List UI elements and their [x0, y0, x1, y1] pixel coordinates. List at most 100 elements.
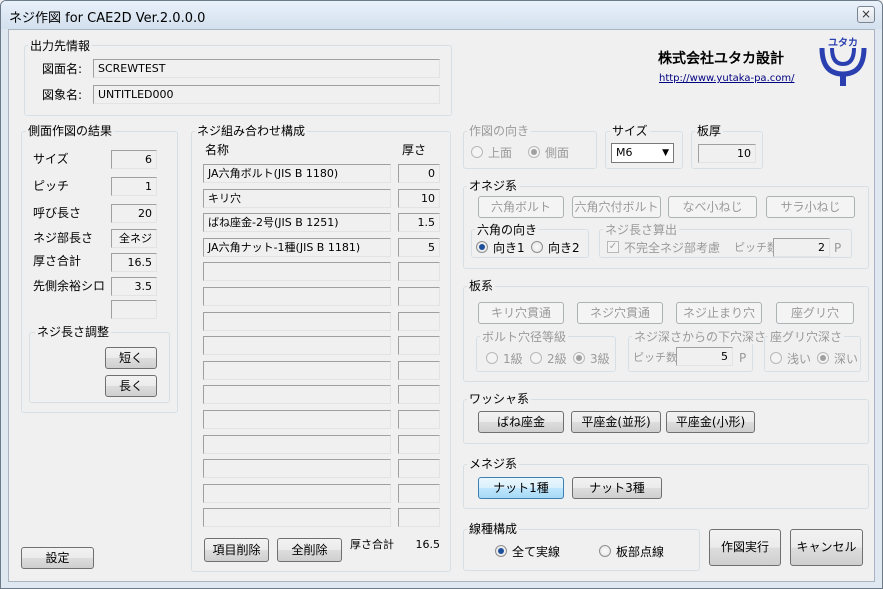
female-thread-label: メネジ系 [467, 457, 520, 471]
plate-system-label: 板系 [467, 279, 496, 293]
counterbore-button[interactable]: 座グリ穴 [776, 302, 854, 324]
app-window: ネジ作図 for CAE2D Ver.2.0.0.0 × 出力先情報 図面名: … [0, 0, 883, 589]
combo-row-name[interactable] [203, 484, 391, 503]
male-pitch-field[interactable]: 2 [773, 238, 830, 257]
plate-thickness-field[interactable]: 10 [698, 144, 756, 163]
combo-row-name[interactable] [203, 287, 391, 306]
direction-top-radio[interactable] [471, 146, 483, 158]
cancel-button[interactable]: キャンセル [790, 529, 863, 566]
combo-row-name[interactable] [203, 508, 391, 527]
shorter-button[interactable]: 短く [105, 347, 157, 369]
symbol-name-field[interactable]: UNTITLED000 [93, 85, 440, 104]
delete-item-button[interactable]: 項目削除 [204, 538, 269, 562]
combo-group-label: ネジ組み合わせ構成 [195, 124, 308, 138]
plate-dotted-radio[interactable] [599, 545, 611, 557]
combo-row-thickness[interactable] [398, 484, 440, 503]
company-name: 株式会社ユタカ設計 [658, 51, 784, 67]
grade-1-radio[interactable] [486, 352, 498, 364]
male-pitch-label: ピッチ数 [734, 241, 778, 254]
pilot-depth-label: ネジ深さからの下穴深さ [632, 330, 769, 344]
plate-pitch-label: ピッチ数 [633, 351, 677, 364]
incomplete-thread-label: 不完全ネジ部考慮 [624, 241, 721, 255]
company-logo: ユタカ [818, 34, 868, 88]
plate-group-label: 板厚 [695, 124, 724, 138]
combo-row-thickness[interactable]: 1.5 [398, 213, 440, 232]
result-label-total-thickness: 厚さ合計 [33, 254, 82, 268]
window-title: ネジ作図 for CAE2D Ver.2.0.0.0 [9, 11, 206, 26]
combo-row-thickness[interactable] [398, 262, 440, 281]
hex-direction-1-radio[interactable] [476, 241, 488, 253]
size-select-value: M6 [616, 146, 633, 159]
shallow-radio[interactable] [770, 352, 782, 364]
incomplete-thread-checkbox[interactable]: ✓ [607, 241, 619, 253]
combo-row-thickness[interactable] [398, 459, 440, 478]
combo-row-name[interactable] [203, 336, 391, 355]
combo-header-thickness: 厚さ [402, 143, 427, 157]
flat-screw-button[interactable]: サラ小ねじ [766, 196, 855, 218]
combo-row-name[interactable] [203, 262, 391, 281]
male-pitch-unit: P [834, 241, 842, 255]
result-label-pitch: ピッチ [33, 179, 70, 193]
deep-radio[interactable] [817, 352, 829, 364]
grade-2-radio[interactable] [530, 352, 542, 364]
combo-row-name[interactable] [203, 312, 391, 331]
result-label-size: サイズ [33, 152, 69, 166]
hex-direction-2-radio[interactable] [531, 241, 543, 253]
result-label-nominal-length: 呼び長さ [33, 206, 82, 220]
close-button[interactable]: × [857, 6, 875, 23]
washer-label: ワッシャ系 [467, 392, 532, 406]
combo-row-thickness[interactable] [398, 410, 440, 429]
combo-row-thickness[interactable] [398, 385, 440, 404]
combo-row-thickness[interactable]: 0 [398, 164, 440, 183]
combo-row-thickness[interactable] [398, 361, 440, 380]
combo-row-thickness[interactable] [398, 312, 440, 331]
result-value-size: 6 [111, 150, 157, 169]
grade-1-label: 1級 [503, 352, 523, 366]
tap-through-button[interactable]: ネジ穴貫通 [577, 302, 663, 324]
direction-top-label: 上面 [488, 146, 513, 160]
combo-row-name[interactable] [203, 361, 391, 380]
combo-row-name[interactable]: ばね座金-2号(JIS B 1251) [203, 213, 391, 232]
pan-screw-button[interactable]: なべ小ねじ [668, 196, 757, 218]
flat-washer-small-button[interactable]: 平座金(小形) [666, 411, 755, 433]
hex-direction-2-label: 向き2 [548, 241, 580, 255]
direction-side-radio[interactable] [528, 146, 540, 158]
combo-row-thickness[interactable]: 5 [398, 238, 440, 257]
combo-row-thickness[interactable] [398, 336, 440, 355]
settings-button[interactable]: 設定 [21, 547, 94, 569]
company-url-link[interactable]: http://www.yutaka-pa.com/ [659, 72, 794, 86]
blind-tap-button[interactable]: ネジ止まり穴 [676, 302, 762, 324]
spring-washer-button[interactable]: ばね座金 [478, 411, 564, 433]
nut-type1-button[interactable]: ナット1種 [478, 477, 564, 499]
plate-pitch-field[interactable]: 5 [676, 347, 733, 366]
combo-row-thickness[interactable] [398, 508, 440, 527]
execute-button[interactable]: 作図実行 [709, 529, 781, 566]
combo-row-name[interactable] [203, 435, 391, 454]
combo-row-name[interactable]: JA六角ボルト(JIS B 1180) [203, 164, 391, 183]
combo-row-thickness[interactable] [398, 287, 440, 306]
hex-direction-1-label: 向き1 [493, 241, 525, 255]
socket-bolt-button[interactable]: 六角穴付ボルト [572, 196, 661, 218]
combo-row-name[interactable] [203, 410, 391, 429]
delete-all-button[interactable]: 全削除 [277, 538, 342, 562]
size-select[interactable]: M6 ▼ [611, 143, 674, 163]
flat-washer-normal-button[interactable]: 平座金(並形) [571, 411, 661, 433]
symbol-name-label: 図象名: [42, 88, 83, 102]
result-group-label: 側面作図の結果 [26, 124, 115, 138]
drawing-name-field[interactable]: SCREWTEST [93, 59, 440, 78]
combo-row-name[interactable] [203, 459, 391, 478]
all-solid-radio[interactable] [495, 545, 507, 557]
hex-bolt-button[interactable]: 六角ボルト [478, 196, 564, 218]
combo-row-name[interactable] [203, 385, 391, 404]
combo-row-thickness[interactable]: 10 [398, 189, 440, 208]
title-bar[interactable]: ネジ作図 for CAE2D Ver.2.0.0.0 × [1, 1, 882, 29]
direction-side-label: 側面 [545, 146, 570, 160]
grade-3-radio[interactable] [573, 352, 585, 364]
drill-through-button[interactable]: キリ穴貫通 [478, 302, 564, 324]
combo-row-name[interactable]: キリ穴 [203, 189, 391, 208]
nut-type3-button[interactable]: ナット3種 [572, 477, 662, 499]
combo-row-thickness[interactable] [398, 435, 440, 454]
combo-row-name[interactable]: JA六角ナット-1種(JIS B 1181) [203, 238, 391, 257]
combo-total-value: 16.5 [415, 538, 441, 551]
longer-button[interactable]: 長く [105, 375, 157, 397]
